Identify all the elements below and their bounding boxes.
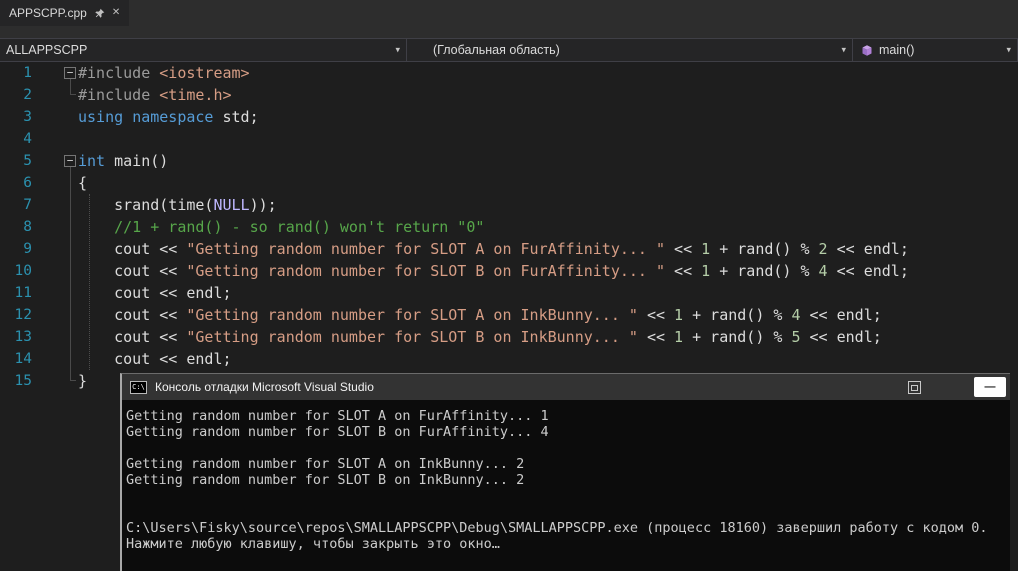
- code-line[interactable]: 10 cout << "Getting random number for SL…: [0, 260, 1018, 282]
- fold-collapse-icon[interactable]: −: [64, 67, 76, 79]
- code-line[interactable]: 6{: [0, 172, 1018, 194]
- line-number[interactable]: 4: [0, 128, 32, 150]
- fold-scope-line: [70, 79, 76, 95]
- code-line[interactable]: 3 using namespace std;: [0, 106, 1018, 128]
- code-line-text: #include <iostream>: [78, 62, 250, 84]
- pin-icon[interactable]: [94, 8, 105, 19]
- code-line-text: cout << "Getting random number for SLOT …: [78, 304, 882, 326]
- console-line: C:\Users\Fisky\source\repos\SMALLAPPSCPP…: [126, 520, 1006, 536]
- code-line[interactable]: 2 #include <time.h>: [0, 84, 1018, 106]
- fold-margin: [32, 128, 78, 150]
- code-line[interactable]: 13 cout << "Getting random number for SL…: [0, 326, 1018, 348]
- code-line-text: int main(): [78, 150, 168, 172]
- line-number[interactable]: 14: [0, 348, 32, 370]
- console-line: Getting random number for SLOT B on FurA…: [126, 424, 1006, 440]
- code-line-text: cout << "Getting random number for SLOT …: [78, 260, 909, 282]
- console-line: [126, 504, 1006, 520]
- line-number[interactable]: 11: [0, 282, 32, 304]
- close-icon[interactable]: ✕: [112, 8, 120, 18]
- tab-title: APPSCPP.cpp: [9, 6, 87, 20]
- code-line[interactable]: 11 cout << endl;: [0, 282, 1018, 304]
- console-line: Getting random number for SLOT A on InkB…: [126, 456, 1006, 472]
- code-line-text: using namespace std;: [78, 106, 259, 128]
- code-line-text: cout << endl;: [78, 348, 232, 370]
- code-lines: 1−#include <iostream>2#include <time.h>3…: [0, 62, 1018, 392]
- chevron-down-icon: ▾: [841, 45, 846, 56]
- debug-console-window: C:\ Консоль отладки Microsoft Visual Stu…: [120, 373, 1010, 571]
- tab-bar-spacer: [0, 26, 1018, 38]
- line-number[interactable]: 10: [0, 260, 32, 282]
- code-line[interactable]: 5 −int main(): [0, 150, 1018, 172]
- code-line[interactable]: 7 srand(time(NULL));: [0, 194, 1018, 216]
- code-line[interactable]: 12 cout << "Getting random number for SL…: [0, 304, 1018, 326]
- code-line-text: {: [78, 172, 87, 194]
- scope-dropdown[interactable]: (Глобальная область) ▾: [407, 39, 853, 61]
- code-line-text: //1 + rand() - so rand() won't return "0…: [78, 216, 484, 238]
- tab-appscpp[interactable]: APPSCPP.cpp ✕: [0, 0, 129, 26]
- fold-scope-line: [70, 167, 76, 381]
- console-title-bar[interactable]: C:\ Консоль отладки Microsoft Visual Stu…: [122, 374, 1010, 400]
- member-dropdown[interactable]: main() ▾: [853, 39, 1018, 61]
- console-title: Консоль отладки Microsoft Visual Studio: [155, 380, 374, 394]
- code-line-text: cout << "Getting random number for SLOT …: [78, 326, 882, 348]
- fold-collapse-icon[interactable]: −: [64, 155, 76, 167]
- project-dropdown-label: ALLAPPSCPP: [6, 43, 87, 57]
- code-line[interactable]: 14 cout << endl;: [0, 348, 1018, 370]
- console-output: Getting random number for SLOT A on FurA…: [122, 400, 1010, 552]
- line-number[interactable]: 5: [0, 150, 32, 172]
- line-number[interactable]: 15: [0, 370, 32, 392]
- console-line: Getting random number for SLOT A on FurA…: [126, 408, 1006, 424]
- chevron-down-icon: ▾: [395, 45, 400, 56]
- method-icon: [861, 44, 873, 57]
- console-line: Нажмите любую клавишу, чтобы закрыть это…: [126, 536, 1006, 552]
- project-dropdown[interactable]: ALLAPPSCPP ▾: [0, 39, 407, 61]
- code-line-text: cout << "Getting random number for SLOT …: [78, 238, 909, 260]
- minimize-button[interactable]: —: [974, 377, 1006, 397]
- document-tab-bar: APPSCPP.cpp ✕: [0, 0, 1018, 26]
- minimize-icon: —: [985, 381, 996, 393]
- member-dropdown-label: main(): [879, 43, 914, 57]
- code-line-text: srand(time(NULL));: [78, 194, 277, 216]
- navigation-bar: ALLAPPSCPP ▾ (Глобальная область) ▾ main…: [0, 38, 1018, 62]
- code-line-text: cout << endl;: [78, 282, 232, 304]
- line-number[interactable]: 2: [0, 84, 32, 106]
- line-number[interactable]: 7: [0, 194, 32, 216]
- code-line[interactable]: 9 cout << "Getting random number for SLO…: [0, 238, 1018, 260]
- line-number[interactable]: 9: [0, 238, 32, 260]
- line-number[interactable]: 8: [0, 216, 32, 238]
- line-number[interactable]: 1: [0, 62, 32, 84]
- fold-margin: [32, 106, 78, 128]
- line-number[interactable]: 13: [0, 326, 32, 348]
- code-line[interactable]: 1 −#include <iostream>: [0, 62, 1018, 84]
- code-line[interactable]: 4: [0, 128, 1018, 150]
- line-number[interactable]: 3: [0, 106, 32, 128]
- visual-studio-window: APPSCPP.cpp ✕ ALLAPPSCPP ▾ (Глобальная о…: [0, 0, 1018, 571]
- line-number[interactable]: 6: [0, 172, 32, 194]
- console-icon: C:\: [130, 381, 147, 394]
- console-line: [126, 440, 1006, 456]
- chevron-down-icon: ▾: [1006, 45, 1011, 56]
- line-number[interactable]: 12: [0, 304, 32, 326]
- code-line-text: }: [78, 370, 87, 392]
- console-line: Getting random number for SLOT B on InkB…: [126, 472, 1006, 488]
- scope-dropdown-label: (Глобальная область): [433, 43, 560, 57]
- indent-guide: [89, 194, 90, 370]
- console-toolbar-icon[interactable]: [908, 381, 921, 394]
- code-line[interactable]: 8 //1 + rand() - so rand() won't return …: [0, 216, 1018, 238]
- console-line: [126, 488, 1006, 504]
- code-line-text: #include <time.h>: [78, 84, 232, 106]
